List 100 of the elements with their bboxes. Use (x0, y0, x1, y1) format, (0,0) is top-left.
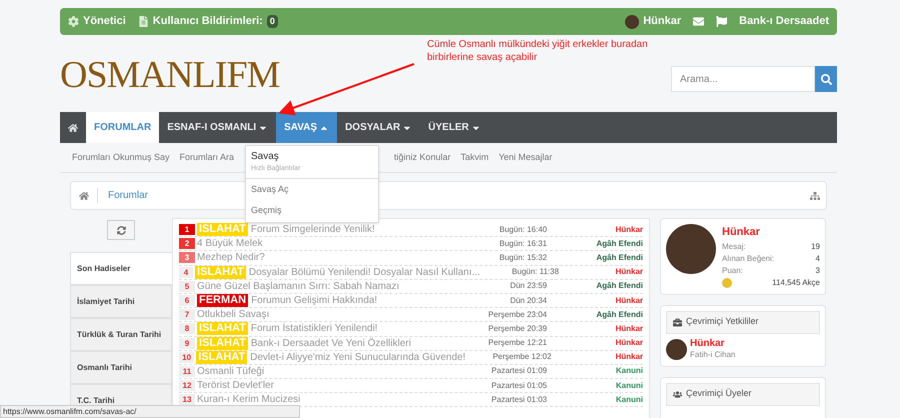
author-link[interactable]: Hünkar (547, 337, 643, 350)
thread-title-link[interactable]: Forum Simgelerinde Yenilik! (250, 222, 375, 238)
menu-item[interactable]: Savaş Aç (246, 178, 378, 200)
stat-label: Puan: (722, 264, 743, 276)
side-tab[interactable]: Türklük & Turan Tarihi (70, 318, 172, 351)
money-amount: 114,545 Akçe (772, 276, 820, 288)
author-link[interactable]: Agâh Efendi (547, 308, 643, 321)
author-link[interactable]: Hünkar (547, 224, 643, 236)
rank-number: 7 (179, 309, 195, 320)
thread-title-link[interactable]: 4 Büyük Melek (197, 236, 263, 252)
coin-icon (722, 278, 732, 288)
side-tab[interactable]: Osmanlı Tarihi (70, 351, 172, 384)
sitemap-icon[interactable] (810, 190, 820, 200)
rank-number: 10 (179, 352, 194, 363)
rank-number: 12 (179, 380, 195, 392)
subnav-link[interactable]: tiğiniz Konular (394, 150, 451, 164)
author-link[interactable]: Kanuni (547, 380, 643, 392)
subnav-link[interactable]: Yeni Mesajlar (498, 150, 552, 164)
nav-tab[interactable]: DOSYALAR (337, 112, 420, 143)
site-logo[interactable]: OSMANLIFM (60, 46, 280, 104)
nav-tab[interactable]: ESNAF-I OSMANLI (159, 112, 276, 143)
side-tab[interactable]: İslamiyet Tarihi (70, 285, 172, 318)
top-bar-link[interactable]: Kullanıcı Bildirimleri: (152, 13, 263, 30)
annotation-text: Cümle Osmanlı mülkündeki yiğit erkekler buradan birbirlerine savaş açabilir (427, 38, 649, 64)
thread-title-link[interactable]: Devlet-i Aliyye'miz Yeni Sunucularında Güvende! (250, 350, 466, 365)
author-link[interactable]: Hünkar (558, 266, 643, 278)
thread-time: Perşembe 12:02 (492, 351, 552, 364)
search-field[interactable]: Arama... (671, 66, 815, 92)
thread-title-link[interactable]: Forum İstatistikleri Yenilendi! (250, 321, 378, 336)
rank-number: 13 (179, 394, 195, 406)
gear-icon (68, 16, 79, 27)
breadcrumb-link[interactable]: Forumlar (97, 188, 158, 203)
side-tab[interactable]: Son Hadiseler (70, 252, 172, 285)
thread-time: Perşembe 20:39 (487, 322, 547, 335)
user-link[interactable]: Hünkar (643, 13, 682, 30)
notification-count: 0 (266, 14, 278, 28)
thread-title-link[interactable]: Dosyalar Bölümü Yenilendi! Dosyalar Nasıl Kullanı... (248, 264, 480, 280)
thread-title-link[interactable]: Osmanli Tüfeği (197, 364, 264, 379)
thread-prefix-label: ISLAHAT (197, 322, 248, 336)
nav-tab[interactable]: FORUMLAR (86, 112, 160, 143)
thread-prefix-label: ISLAHAT (197, 223, 248, 236)
thread-title-link[interactable]: Bank-ı Dersaadet Ve Yeni Özellikleri (250, 336, 411, 351)
menu-item[interactable]: Geçmiş (246, 200, 378, 222)
thread-title-link[interactable]: Otlukbeli Savaşı (197, 307, 270, 322)
thread-time: Perşembe 12:21 (487, 337, 547, 350)
rank-number: 4 (179, 266, 194, 278)
thread-time: Pazartesi 01:05 (490, 380, 547, 392)
panel-header: Çevrimiçi Yetkililer (666, 310, 820, 334)
author-link[interactable]: Hünkar (547, 322, 643, 335)
thread-time: Perşembe 23:04 (487, 308, 547, 321)
flag-icon[interactable] (716, 16, 728, 27)
search-button[interactable] (815, 66, 837, 92)
rank-number: 5 (179, 280, 195, 292)
thread-time: Bugün: 16:31 (498, 238, 547, 250)
envelope-icon[interactable] (693, 16, 704, 27)
thread-time: Dün 23:59 (509, 280, 547, 292)
rank-number: 8 (179, 323, 195, 334)
author-link[interactable]: Kanuni (547, 365, 643, 378)
top-bar-link[interactable]: Bank-ı Dersaadet (739, 13, 829, 30)
thread-title-link[interactable]: Forumun Gelişimi Hakkında! (251, 293, 378, 308)
rank-number: 9 (179, 338, 195, 349)
rank-number: 3 (179, 252, 195, 264)
subnav-link[interactable]: Takvim (460, 150, 489, 164)
stat-label: Mesaj: (722, 240, 746, 252)
thread-title-link[interactable]: Güne Güzel Başlamanın Sırrı: Sabah Namazı (197, 278, 400, 294)
thread-prefix-label: ISLAHAT (197, 336, 248, 350)
refresh-button[interactable] (107, 220, 135, 240)
thread-time: Bugün: 11:38 (510, 266, 559, 278)
document-icon (138, 16, 149, 27)
thread-title-link[interactable]: Terörist Devlet'ler (197, 378, 274, 394)
author-link[interactable]: Kanuni (547, 394, 643, 406)
thread-title-link[interactable]: Kuran-ı Kerim Mucizesi (197, 392, 300, 408)
member-title: Fatih-i Cihan (690, 348, 736, 360)
profile-name[interactable]: Hünkar (722, 224, 820, 240)
nav-tab[interactable]: ÜYELER (420, 112, 489, 143)
rank-number: 1 (179, 224, 195, 236)
home-icon[interactable] (79, 190, 89, 200)
subnav-link[interactable]: Forumları Okunmuş Say (72, 150, 170, 164)
subnav-link[interactable]: Forumları Ara (180, 150, 234, 164)
rank-number: 11 (179, 366, 195, 377)
thread-prefix-label: ISLAHAT (195, 266, 246, 279)
nav-tab[interactable]: SAVAŞ (276, 112, 338, 143)
rank-number: 6 (179, 295, 195, 306)
author-link[interactable]: Hünkar (547, 294, 643, 307)
author-link[interactable]: Agâh Efendi (547, 280, 643, 292)
users-icon (673, 390, 682, 398)
thread-time: Dün 20:34 (509, 294, 547, 307)
thread-time: Bugün: 16:40 (498, 224, 547, 236)
menu-title: Savaş (251, 150, 280, 164)
stat-value: 3 (816, 264, 820, 276)
author-link[interactable]: Agâh Efendi (547, 252, 643, 264)
top-bar-link[interactable]: Yönetici (83, 13, 126, 30)
thread-title-link[interactable]: Mezhep Nedir? (197, 250, 265, 266)
thread-time: Pazartesi 01:03 (490, 394, 547, 406)
author-link[interactable]: Agâh Efendi (547, 238, 643, 250)
thread-time: Bugün: 15:32 (498, 252, 547, 264)
member-name[interactable]: Hünkar (690, 338, 736, 348)
stat-label: Alınan Beğeni: (722, 252, 774, 264)
rank-number: 2 (179, 238, 195, 250)
author-link[interactable]: Hünkar (551, 351, 643, 364)
